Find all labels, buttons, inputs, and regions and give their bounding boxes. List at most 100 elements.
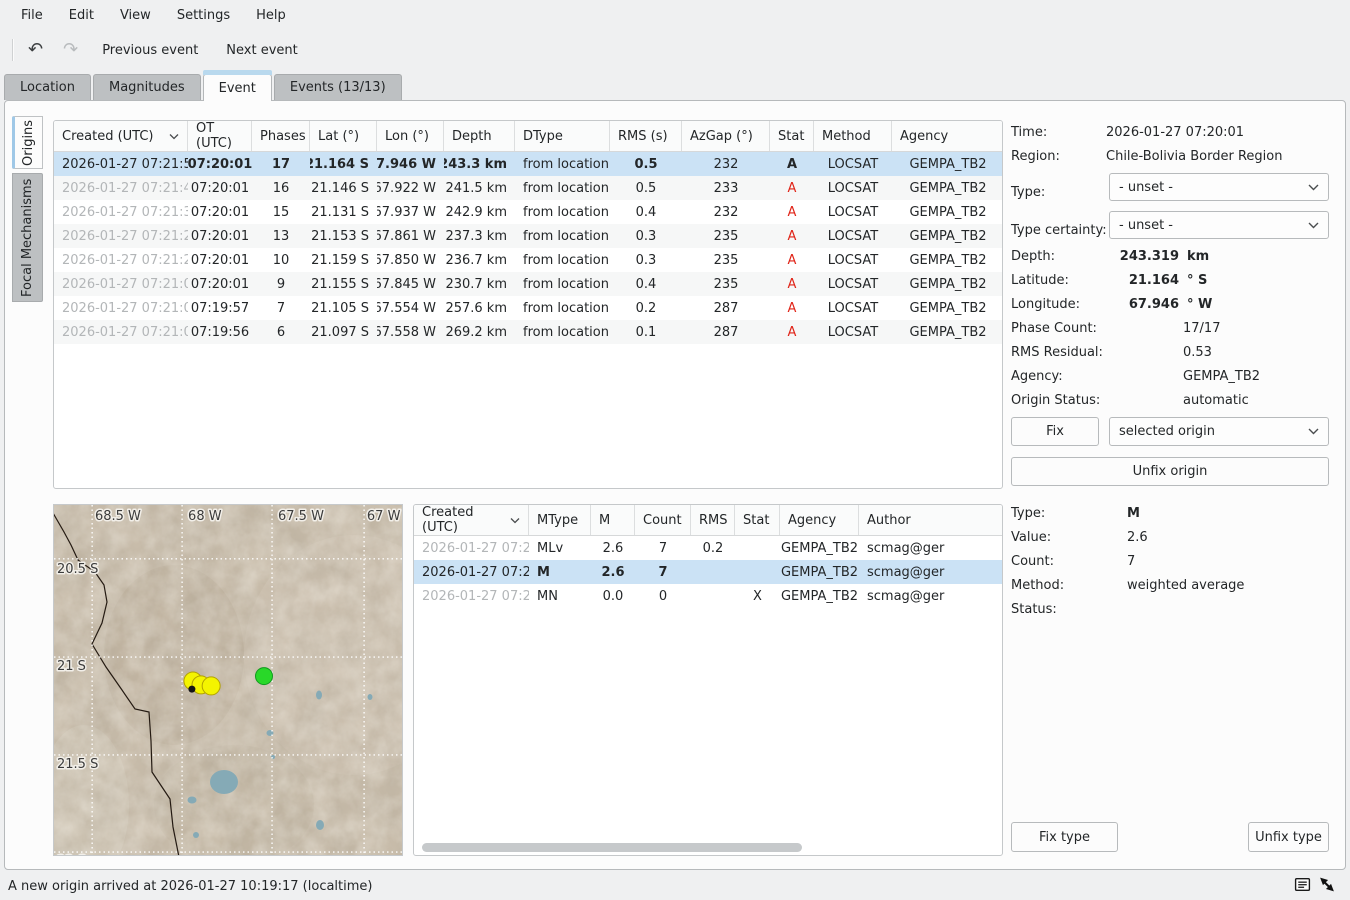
cell-rms — [691, 584, 735, 608]
column-header-rms-s[interactable]: RMS (s) — [610, 121, 682, 151]
column-header-agency[interactable]: Agency — [780, 505, 859, 535]
column-header-method[interactable]: Method — [814, 121, 892, 151]
next-event-button[interactable]: Next event — [216, 36, 307, 64]
column-header-created-utc[interactable]: Created (UTC) — [54, 121, 188, 151]
cell-depth: 242.9 km — [444, 200, 515, 224]
table-row[interactable]: 2026-01-27 07:22:00MN0.00XGEMPA_TB2scmag… — [414, 584, 1002, 608]
column-header-phases[interactable]: Phases — [252, 121, 310, 151]
magnitudes-table: Created (UTC)MTypeMCountRMSStatAgencyAut… — [413, 504, 1003, 856]
column-header-lat[interactable]: Lat (°) — [310, 121, 377, 151]
map-marker-green[interactable] — [256, 668, 273, 685]
column-header-azgap[interactable]: AzGap (°) — [682, 121, 770, 151]
table-row[interactable]: 2026-01-27 07:21:5007:20:011721.164 S67.… — [54, 152, 1002, 176]
unfix-origin-button[interactable]: Unfix origin — [1011, 457, 1329, 486]
menu-settings[interactable]: Settings — [166, 4, 241, 27]
toolbar-handle[interactable] — [12, 39, 14, 61]
column-header-ot-utc[interactable]: OT (UTC) — [188, 121, 252, 151]
column-header-stat[interactable]: Stat — [735, 505, 780, 535]
fix-origin-mode-select[interactable]: selected origin — [1109, 417, 1329, 446]
cell-lon: 67.554 W — [377, 296, 444, 320]
column-header-dtype[interactable]: DType — [515, 121, 610, 151]
cell-method: LOCSAT — [814, 296, 892, 320]
menu-bar: FileEditViewSettingsHelp — [0, 0, 1350, 30]
column-header-stat[interactable]: Stat — [770, 121, 814, 151]
event-type-select[interactable]: - unset - — [1109, 173, 1329, 201]
side-tab-origins[interactable]: Origins — [12, 116, 43, 169]
table-row[interactable]: 2026-01-27 07:22:21M2.67GEMPA_TB2scmag@g… — [414, 560, 1002, 584]
tab-events-13-13[interactable]: Events (13/13) — [274, 74, 402, 100]
scrollbar-thumb[interactable] — [422, 843, 802, 852]
column-header-depth[interactable]: Depth — [444, 121, 515, 151]
table-row[interactable]: 2026-01-27 07:21:0407:19:57721.105 S67.5… — [54, 296, 1002, 320]
cell-agency: GEMPA_TB2 — [780, 584, 859, 608]
main-tabbar: LocationMagnitudesEventEvents (13/13) — [4, 74, 402, 100]
cell-lat: 21.105 S — [310, 296, 377, 320]
type-certainty-select[interactable]: - unset - — [1109, 211, 1329, 239]
fix-origin-button[interactable]: Fix — [1011, 417, 1099, 446]
table-row[interactable]: 2026-01-27 07:21:4007:20:011621.146 S67.… — [54, 176, 1002, 200]
tab-location[interactable]: Location — [4, 74, 91, 100]
menu-file[interactable]: File — [10, 4, 54, 27]
time-label: Time: — [1011, 125, 1047, 140]
cell-phases: 10 — [252, 248, 310, 272]
cell-phases: 9 — [252, 272, 310, 296]
column-header-author[interactable]: Author — [859, 505, 1003, 535]
sort-descending-icon — [163, 133, 179, 140]
connection-status-icon[interactable] — [1318, 876, 1336, 897]
map-longitude-label: 68.5 W — [95, 509, 141, 524]
cell-azgap: 235 — [682, 248, 770, 272]
type-certainty-label: Type certainty: — [1011, 223, 1107, 238]
cell-method: LOCSAT — [814, 248, 892, 272]
cell-created-utc: 2026-01-27 07:22:00 — [414, 584, 529, 608]
cell-agency: GEMPA_TB2 — [892, 272, 1003, 296]
column-header-rms[interactable]: RMS — [691, 505, 735, 535]
origin-status-label: Origin Status: — [1011, 393, 1100, 408]
cell-agency: GEMPA_TB2 — [892, 152, 1003, 176]
map-longitude-label: 67 W — [367, 509, 401, 524]
cell-rms: 0.2 — [691, 536, 735, 560]
menu-edit[interactable]: Edit — [58, 4, 105, 27]
menu-view[interactable]: View — [109, 4, 162, 27]
column-header-lon[interactable]: Lon (°) — [377, 121, 444, 151]
magnitude-method-value: weighted average — [1127, 578, 1244, 593]
origin-map[interactable]: 68.5 W68 W67.5 W67 W20.5 S21 S21.5 S22 S — [53, 504, 403, 856]
map-marker-black[interactable] — [188, 686, 195, 693]
table-row[interactable]: 2026-01-27 07:21:3507:20:011521.131 S67.… — [54, 200, 1002, 224]
tab-magnitudes[interactable]: Magnitudes — [93, 74, 201, 100]
status-message: A new origin arrived at 2026-01-27 10:19… — [8, 879, 373, 894]
cell-method: LOCSAT — [814, 272, 892, 296]
log-console-icon[interactable] — [1294, 876, 1311, 897]
magnitude-count-value: 7 — [1127, 554, 1135, 569]
table-row[interactable]: 2026-01-27 07:21:0207:19:56621.097 S67.5… — [54, 320, 1002, 344]
status-bar: A new origin arrived at 2026-01-27 10:19… — [0, 872, 1350, 900]
unfix-type-button[interactable]: Unfix type — [1248, 822, 1329, 852]
cell-phases: 17 — [252, 152, 310, 176]
horizontal-scrollbar[interactable] — [420, 843, 996, 852]
column-header-mtype[interactable]: MType — [529, 505, 591, 535]
cell-lat: 21.155 S — [310, 272, 377, 296]
previous-event-button[interactable]: Previous event — [92, 36, 208, 64]
side-tab-focal-mechanisms[interactable]: Focal Mechanisms — [12, 173, 43, 302]
cell-agency: GEMPA_TB2 — [780, 560, 859, 584]
cell-agency: GEMPA_TB2 — [892, 248, 1003, 272]
tab-event[interactable]: Event — [203, 74, 272, 101]
cell-dtype: from location — [515, 152, 610, 176]
cell-phases: 16 — [252, 176, 310, 200]
undo-button[interactable]: ↶ — [22, 36, 49, 64]
map-marker-yellow[interactable] — [202, 677, 220, 695]
column-header-created-utc[interactable]: Created (UTC) — [414, 505, 529, 535]
menu-help[interactable]: Help — [245, 4, 297, 27]
column-header-count[interactable]: Count — [635, 505, 691, 535]
cell-ot-utc: 07:20:01 — [188, 200, 252, 224]
cell-rms-s: 0.4 — [610, 200, 682, 224]
column-header-m[interactable]: M — [591, 505, 635, 535]
table-row[interactable]: 2026-01-27 07:21:0907:20:01921.155 S67.8… — [54, 272, 1002, 296]
fix-type-button[interactable]: Fix type — [1011, 822, 1118, 852]
redo-button[interactable]: ↷ — [57, 36, 84, 64]
table-row[interactable]: 2026-01-27 07:21:2007:20:011021.159 S67.… — [54, 248, 1002, 272]
table-row[interactable]: 2026-01-27 07:22:21MLv2.670.2GEMPA_TB2sc… — [414, 536, 1002, 560]
cell-stat — [735, 536, 780, 560]
magnitude-method-label: Method: — [1011, 578, 1064, 593]
table-row[interactable]: 2026-01-27 07:21:2607:20:011321.153 S67.… — [54, 224, 1002, 248]
column-header-agency[interactable]: Agency — [892, 121, 1003, 151]
